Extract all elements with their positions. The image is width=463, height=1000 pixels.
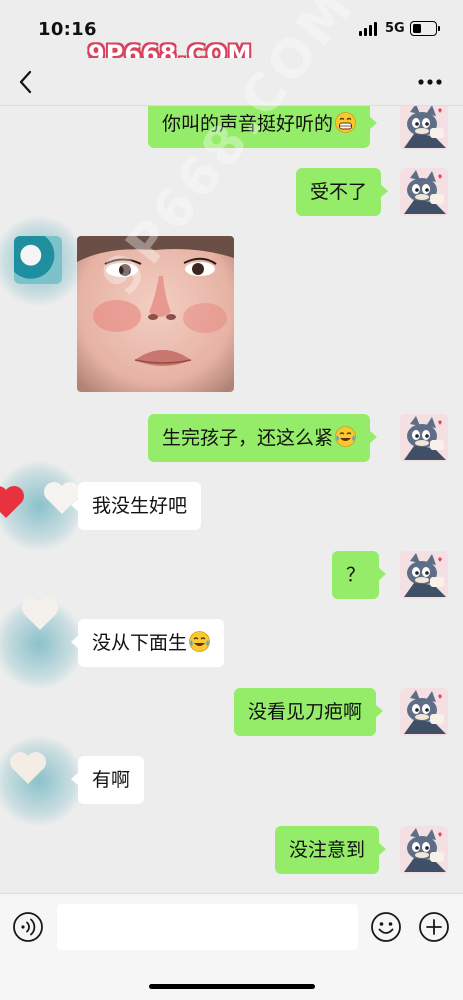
my-avatar[interactable] bbox=[400, 414, 448, 462]
home-indicator bbox=[149, 984, 315, 989]
network-type: 5G bbox=[385, 21, 405, 36]
message-text: 没看见刀疤啊 bbox=[248, 701, 363, 723]
heart-decoration-icon bbox=[22, 598, 58, 630]
nav-bar bbox=[0, 58, 463, 106]
smiley-icon bbox=[371, 912, 401, 942]
message-list[interactable]: 你叫的声音挺好听的 受不了 生完孩子，还这么紧 我没生好吧 ？ 没从下面生 没看… bbox=[0, 106, 463, 892]
my-avatar[interactable] bbox=[400, 168, 448, 216]
my-avatar[interactable] bbox=[400, 688, 448, 736]
back-button[interactable] bbox=[14, 68, 40, 96]
cat-avatar-icon bbox=[400, 826, 448, 874]
message-text: 生完孩子，还这么紧 bbox=[162, 427, 334, 449]
message-bubble-in[interactable]: 有啊 bbox=[70, 756, 145, 804]
message-text: 我没生好吧 bbox=[92, 495, 188, 517]
message-text: 有啊 bbox=[92, 769, 131, 791]
message-bubble-out[interactable]: 没注意到 bbox=[275, 826, 387, 874]
message-text: 没注意到 bbox=[289, 839, 366, 861]
selfie-photo bbox=[77, 236, 234, 392]
emoji-button[interactable] bbox=[370, 911, 402, 943]
message-bubble-out[interactable]: 生完孩子，还这么紧 bbox=[148, 414, 378, 462]
image-message[interactable] bbox=[77, 236, 234, 392]
my-avatar[interactable] bbox=[400, 106, 448, 150]
chevron-left-icon bbox=[19, 70, 32, 94]
message-text: ？ bbox=[346, 564, 366, 586]
message-bubble-out[interactable]: ？ bbox=[332, 551, 387, 599]
more-functions-button[interactable] bbox=[418, 911, 450, 943]
voice-icon bbox=[13, 912, 43, 942]
message-text: 没从下面生 bbox=[92, 632, 188, 654]
message-bubble-out[interactable]: 没看见刀疤啊 bbox=[234, 688, 384, 736]
message-bubble-in[interactable]: 我没生好吧 bbox=[70, 482, 202, 530]
contact-avatar[interactable] bbox=[14, 236, 62, 284]
more-dots-icon bbox=[418, 79, 442, 85]
battery-icon bbox=[410, 21, 437, 36]
my-avatar[interactable] bbox=[400, 826, 448, 874]
cat-avatar-icon bbox=[400, 688, 448, 736]
message-input[interactable] bbox=[57, 904, 358, 950]
plus-icon bbox=[419, 912, 449, 942]
cat-avatar-icon bbox=[400, 106, 448, 150]
status-time: 10:16 bbox=[38, 19, 97, 40]
grin-emoji-icon bbox=[335, 112, 357, 133]
cat-avatar-icon bbox=[400, 168, 448, 216]
cat-avatar-icon bbox=[400, 551, 448, 599]
message-text: 你叫的声音挺好听的 bbox=[162, 113, 334, 135]
message-bubble-out[interactable]: 受不了 bbox=[296, 168, 389, 216]
heart-decoration-icon bbox=[10, 752, 46, 784]
heart-decoration-icon bbox=[0, 486, 24, 518]
message-text: 受不了 bbox=[310, 181, 368, 203]
cellular-signal-icon bbox=[359, 22, 379, 36]
message-bubble-out[interactable]: 你叫的声音挺好听的 bbox=[148, 106, 378, 148]
message-bubble-in[interactable]: 没从下面生 bbox=[70, 619, 225, 667]
laugh-cry-emoji-icon bbox=[189, 631, 211, 652]
laugh-cry-emoji-icon bbox=[335, 426, 357, 447]
more-button[interactable] bbox=[416, 70, 444, 94]
cat-avatar-icon bbox=[400, 414, 448, 462]
my-avatar[interactable] bbox=[400, 551, 448, 599]
battery-tip bbox=[438, 26, 440, 31]
voice-button[interactable] bbox=[12, 911, 44, 943]
